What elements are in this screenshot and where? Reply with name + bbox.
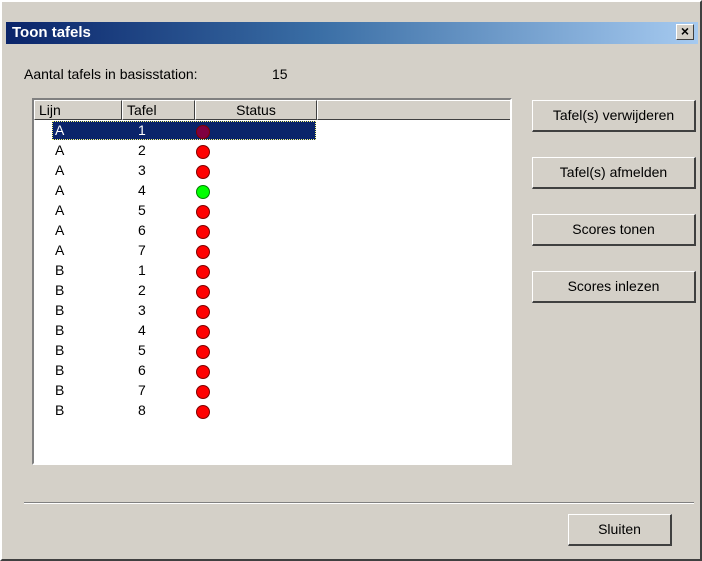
row-tafel: 6	[138, 362, 146, 378]
footer-divider	[24, 502, 694, 504]
row-lijn: A	[55, 182, 65, 198]
close-icon[interactable]: ×	[676, 24, 694, 40]
table-row[interactable]: A2	[34, 141, 510, 161]
status-indicator-icon	[196, 225, 210, 239]
row-lijn: A	[55, 222, 65, 238]
table-row[interactable]: A3	[34, 161, 510, 181]
row-lijn: B	[55, 402, 65, 418]
row-lijn: B	[55, 362, 65, 378]
status-indicator-icon	[196, 345, 210, 359]
status-indicator-icon	[196, 365, 210, 379]
table-row[interactable]: B3	[34, 301, 510, 321]
close-button[interactable]: Sluiten	[568, 514, 672, 546]
status-indicator-icon	[196, 385, 210, 399]
row-lijn: B	[55, 282, 65, 298]
row-lijn: B	[55, 302, 65, 318]
row-tafel: 6	[138, 222, 146, 238]
logout-tables-button[interactable]: Tafel(s) afmelden	[532, 157, 696, 189]
tables-listview[interactable]: Lijn Tafel Status A1A2A3A4A5A6A7B1B2B3B4…	[32, 98, 512, 465]
column-header-empty	[317, 100, 510, 120]
row-tafel: 3	[138, 162, 146, 178]
table-row[interactable]: B1	[34, 261, 510, 281]
selection-highlight	[52, 121, 316, 140]
table-row[interactable]: B4	[34, 321, 510, 341]
status-indicator-icon	[196, 245, 210, 259]
column-header-lijn[interactable]: Lijn	[34, 100, 122, 120]
row-tafel: 5	[138, 202, 146, 218]
table-row[interactable]: B7	[34, 381, 510, 401]
table-count-label: Aantal tafels in basisstation:	[24, 66, 198, 82]
column-header-tafel[interactable]: Tafel	[122, 100, 195, 120]
row-tafel: 1	[138, 122, 146, 138]
row-lijn: A	[55, 242, 65, 258]
status-indicator-icon	[196, 185, 210, 199]
status-indicator-icon	[196, 305, 210, 319]
table-row[interactable]: B8	[34, 401, 510, 421]
row-tafel: 3	[138, 302, 146, 318]
status-indicator-icon	[196, 285, 210, 299]
row-lijn: A	[55, 142, 65, 158]
read-scores-button[interactable]: Scores inlezen	[532, 271, 696, 303]
remove-tables-button[interactable]: Tafel(s) verwijderen	[532, 100, 696, 132]
status-indicator-icon	[196, 165, 210, 179]
status-indicator-icon	[196, 145, 210, 159]
row-lijn: A	[55, 202, 65, 218]
status-indicator-icon	[196, 125, 210, 139]
row-lijn: B	[55, 262, 65, 278]
status-indicator-icon	[196, 205, 210, 219]
column-header-status[interactable]: Status	[195, 100, 317, 120]
row-tafel: 1	[138, 262, 146, 278]
status-indicator-icon	[196, 405, 210, 419]
table-row[interactable]: A5	[34, 201, 510, 221]
row-tafel: 4	[138, 182, 146, 198]
status-indicator-icon	[196, 325, 210, 339]
row-tafel: 2	[138, 282, 146, 298]
row-tafel: 7	[138, 242, 146, 258]
listview-header: Lijn Tafel Status	[34, 100, 510, 120]
row-tafel: 5	[138, 342, 146, 358]
table-row[interactable]: B5	[34, 341, 510, 361]
row-lijn: B	[55, 382, 65, 398]
status-indicator-icon	[196, 265, 210, 279]
window-title: Toon tafels	[12, 24, 91, 41]
row-lijn: A	[55, 122, 65, 138]
row-lijn: B	[55, 322, 65, 338]
table-row[interactable]: A7	[34, 241, 510, 261]
row-lijn: A	[55, 162, 65, 178]
row-tafel: 8	[138, 402, 146, 418]
table-row[interactable]: A1	[34, 121, 510, 141]
row-tafel: 4	[138, 322, 146, 338]
table-row[interactable]: B2	[34, 281, 510, 301]
row-lijn: B	[55, 342, 65, 358]
table-row[interactable]: A4	[34, 181, 510, 201]
row-tafel: 2	[138, 142, 146, 158]
table-count-value: 15	[272, 66, 288, 82]
table-row[interactable]: B6	[34, 361, 510, 381]
table-row[interactable]: A6	[34, 221, 510, 241]
dialog-window: Toon tafels × Aantal tafels in basisstat…	[0, 0, 702, 561]
row-tafel: 7	[138, 382, 146, 398]
title-bar[interactable]: Toon tafels ×	[6, 22, 698, 44]
show-scores-button[interactable]: Scores tonen	[532, 214, 696, 246]
